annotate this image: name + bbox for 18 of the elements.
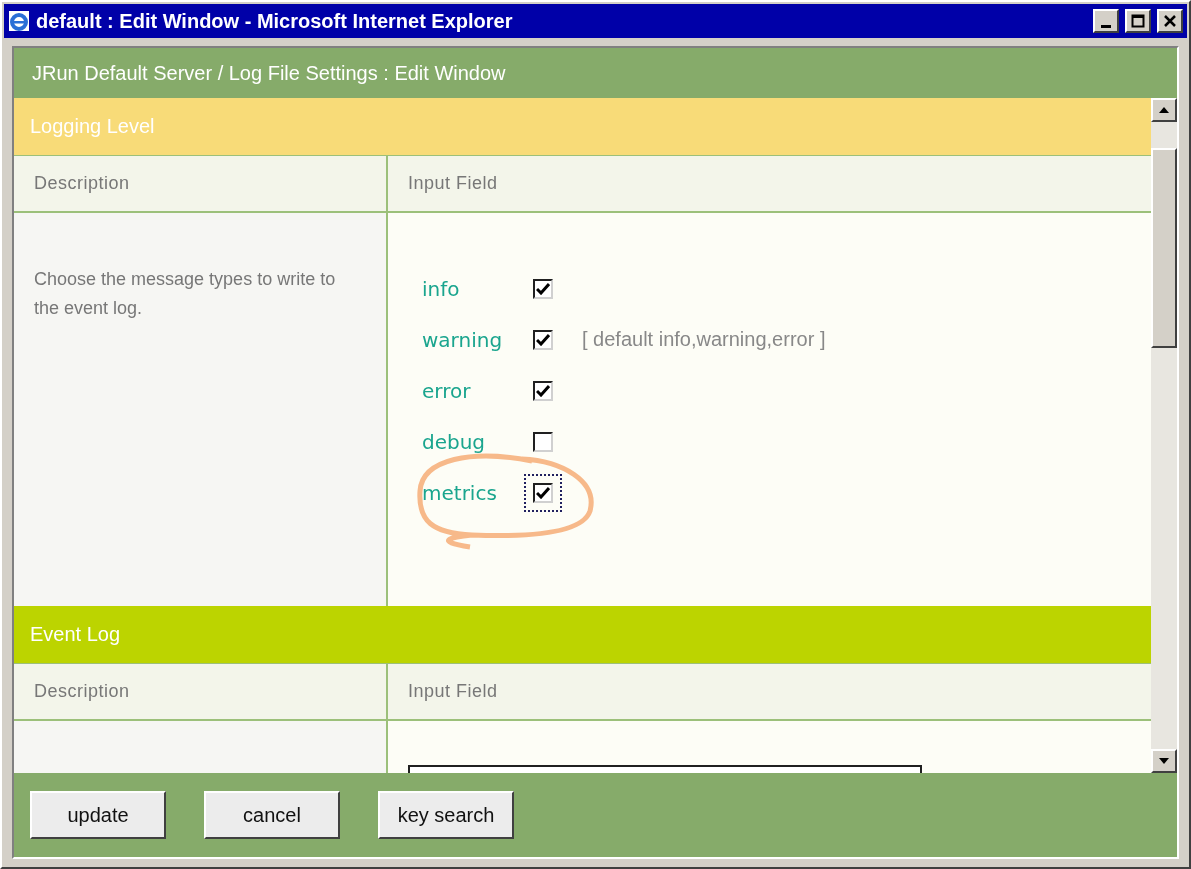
description-text: Choose the message types to write to the event log. [14, 213, 386, 606]
action-button[interactable]: cancel [204, 791, 340, 839]
column-header: Description [14, 664, 386, 719]
column-header: Input Field [386, 156, 1151, 211]
option-label: info [422, 276, 461, 301]
option-label: debug [422, 429, 487, 454]
section-header: Logging Level [14, 98, 1151, 155]
option-label: metrics [422, 480, 498, 505]
option-label: warning [422, 327, 504, 352]
action-button[interactable]: update [30, 791, 166, 839]
window-title: default : Edit Window - Microsoft Internet Explorer [36, 9, 514, 33]
column-header: Description [14, 156, 386, 211]
action-button[interactable]: key search [378, 791, 514, 839]
default-note: [ default info,warning,error ] [582, 328, 826, 351]
option-label: error [422, 378, 472, 403]
page-title: JRun Default Server / Log File Settings : Edit Window [31, 60, 507, 86]
column-header: Input Field [386, 664, 1151, 719]
section-header: Event Log [14, 606, 1151, 663]
